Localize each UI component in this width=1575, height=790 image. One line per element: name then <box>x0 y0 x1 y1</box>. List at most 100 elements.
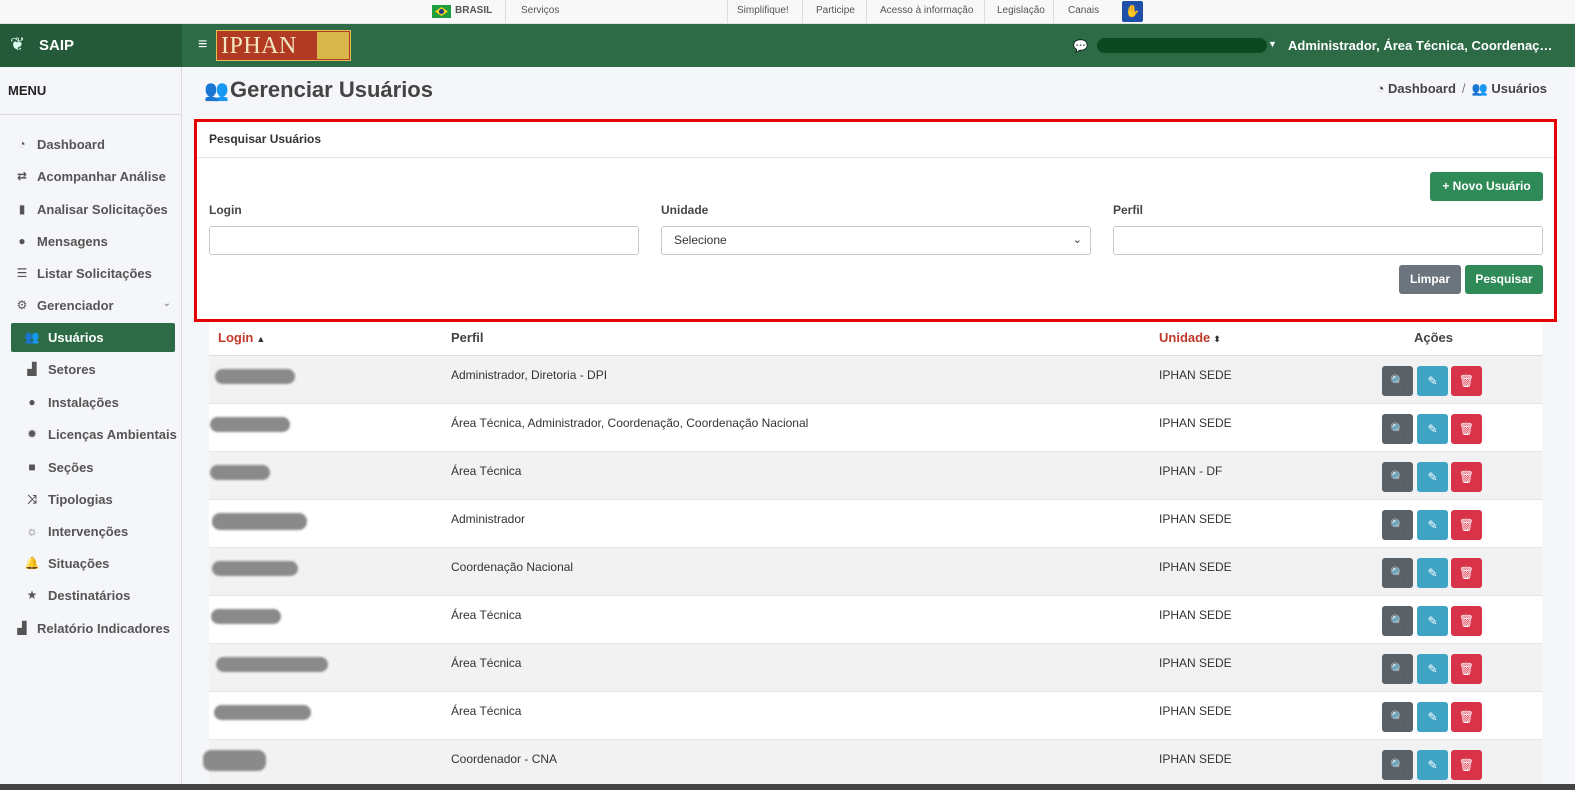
breadcrumb-usuarios: 👥 Usuários <box>1471 81 1547 96</box>
table-header: Login ▲ Perfil Unidade ⬍ Ações <box>209 322 1542 356</box>
unit-select[interactable]: Selecione ⌄ <box>661 226 1091 255</box>
certificate-icon: ✹ <box>26 427 38 441</box>
top-header: ❦ SAIP ≡ IPHAN 💬 ▼ Administrador, Área T… <box>0 24 1575 67</box>
view-button[interactable]: 🔍 <box>1382 462 1413 492</box>
breadcrumb-dashboard[interactable]: ◔ Dashboard <box>1377 81 1456 96</box>
gov-brasil-link[interactable]: BRASIL <box>455 5 492 16</box>
sidebar-item-secoes[interactable]: ■ Seções <box>11 453 175 482</box>
view-button[interactable]: 🔍 <box>1382 510 1413 540</box>
redacted-login <box>210 417 290 432</box>
cell-unidade: IPHAN SEDE <box>1159 368 1232 382</box>
cell-unidade: IPHAN SEDE <box>1159 416 1232 430</box>
sidebar-item-licencas-ambientais[interactable]: ✹ Licenças Ambientais <box>11 420 177 449</box>
cell-perfil: Área Técnica <box>451 608 522 622</box>
cell-unidade: IPHAN SEDE <box>1159 752 1232 766</box>
user-name-redacted[interactable] <box>1097 38 1267 53</box>
redacted-login <box>216 657 328 672</box>
sidebar-item-gerenciador[interactable]: ⚙ Gerenciador ⌄ <box>11 291 175 320</box>
col-login-header[interactable]: Login ▲ <box>218 330 265 345</box>
delete-button[interactable]: 🗑 <box>1451 414 1482 444</box>
brand-area[interactable]: ❦ SAIP <box>0 24 182 67</box>
star-icon: ★ <box>26 588 38 602</box>
gov-link-legislacao[interactable]: Legislação <box>997 5 1045 16</box>
sidebar-item-setores[interactable]: ▟ Setores <box>11 355 175 384</box>
sun-icon: ☼ <box>26 524 38 538</box>
messages-icon[interactable]: 💬 <box>1073 39 1088 53</box>
table-row: Área Técnica IPHAN SEDE 🔍 ✎ 🗑 <box>209 692 1542 740</box>
cell-unidade: IPHAN SEDE <box>1159 608 1232 622</box>
sidebar-item-usuarios[interactable]: 👥 Usuários <box>11 323 175 352</box>
sidebar-item-intervencoes[interactable]: ☼ Intervenções <box>11 517 175 546</box>
gov-bar: BRASIL Serviços Simplifique! Participe A… <box>0 0 1575 24</box>
edit-button[interactable]: ✎ <box>1417 654 1448 684</box>
redacted-login <box>212 513 307 530</box>
profile-input[interactable] <box>1113 226 1543 255</box>
sidebar-item-relatorio-indicadores[interactable]: ▟ Relatório Indicadores <box>11 614 175 643</box>
gov-link-acesso[interactable]: Acesso à informação <box>880 5 973 16</box>
edit-button[interactable]: ✎ <box>1417 702 1448 732</box>
sidebar-item-dashboard[interactable]: ◔ Dashboard <box>11 130 175 159</box>
table-row: Área Técnica IPHAN SEDE 🔍 ✎ 🗑 <box>209 596 1542 644</box>
delete-button[interactable]: 🗑 <box>1451 702 1482 732</box>
view-button[interactable]: 🔍 <box>1382 558 1413 588</box>
window-bottom-edge <box>0 784 1575 790</box>
redacted-login <box>210 465 270 480</box>
user-role[interactable]: Administrador, Área Técnica, Coordenação… <box>1288 38 1558 53</box>
cell-unidade: IPHAN - DF <box>1159 464 1223 478</box>
edit-button[interactable]: ✎ <box>1417 462 1448 492</box>
cell-perfil: Área Técnica <box>451 704 522 718</box>
delete-button[interactable]: 🗑 <box>1451 462 1482 492</box>
view-button[interactable]: 🔍 <box>1382 750 1413 780</box>
clear-button[interactable]: Limpar <box>1399 265 1461 294</box>
delete-button[interactable]: 🗑 <box>1451 606 1482 636</box>
edit-button[interactable]: ✎ <box>1417 558 1448 588</box>
view-button[interactable]: 🔍 <box>1382 702 1413 732</box>
iphan-logo: IPHAN <box>216 30 351 61</box>
vlibras-accessibility-icon[interactable]: ✋ <box>1122 1 1143 22</box>
sidebar-item-situacoes[interactable]: 🔔 Situações <box>11 549 175 578</box>
view-button[interactable]: 🔍 <box>1382 366 1413 396</box>
delete-button[interactable]: 🗑 <box>1451 654 1482 684</box>
table-row: Coordenação Nacional IPHAN SEDE 🔍 ✎ 🗑 <box>209 548 1542 596</box>
table-row: Administrador IPHAN SEDE 🔍 ✎ 🗑 <box>209 500 1542 548</box>
view-button[interactable]: 🔍 <box>1382 606 1413 636</box>
edit-button[interactable]: ✎ <box>1417 750 1448 780</box>
redacted-login <box>212 561 298 576</box>
delete-button[interactable]: 🗑 <box>1451 510 1482 540</box>
sidebar-item-analisar-solicitacoes[interactable]: ▮ Analisar Solicitações <box>11 195 175 224</box>
gov-link-canais[interactable]: Canais <box>1068 5 1099 16</box>
view-button[interactable]: 🔍 <box>1382 414 1413 444</box>
login-input[interactable] <box>209 226 639 255</box>
gov-link-simplifique[interactable]: Simplifique! <box>737 5 789 16</box>
user-dropdown-caret-icon[interactable]: ▼ <box>1268 39 1277 49</box>
sidebar-item-acompanhar-analise[interactable]: ⇄ Acompanhar Análise <box>11 162 175 191</box>
gov-link-participe[interactable]: Participe <box>816 5 855 16</box>
area-chart-icon: ▟ <box>27 362 37 376</box>
edit-button[interactable]: ✎ <box>1417 366 1448 396</box>
edit-button[interactable]: ✎ <box>1417 510 1448 540</box>
view-button[interactable]: 🔍 <box>1382 654 1413 684</box>
delete-button[interactable]: 🗑 <box>1451 750 1482 780</box>
col-unidade-header[interactable]: Unidade ⬍ <box>1159 330 1221 345</box>
delete-button[interactable]: 🗑 <box>1451 366 1482 396</box>
login-label: Login <box>209 203 242 217</box>
cell-unidade: IPHAN SEDE <box>1159 512 1232 526</box>
search-button[interactable]: Pesquisar <box>1465 265 1543 294</box>
sidebar-item-mensagens[interactable]: ● Mensagens <box>11 227 175 256</box>
sidebar-item-instalacoes[interactable]: ● Instalações <box>11 388 175 417</box>
delete-button[interactable]: 🗑 <box>1451 558 1482 588</box>
sidebar-item-destinatarios[interactable]: ★ Destinatários <box>11 581 175 610</box>
sidebar-item-tipologias[interactable]: ⤨ Tipologias <box>11 485 175 514</box>
redacted-login <box>203 750 266 771</box>
edit-button[interactable]: ✎ <box>1417 606 1448 636</box>
table-row: Administrador, Diretoria - DPI IPHAN SED… <box>209 356 1542 404</box>
breadcrumb: ◔ Dashboard / 👥 Usuários <box>1376 81 1547 96</box>
table-row: Área Técnica IPHAN SEDE 🔍 ✎ 🗑 <box>209 644 1542 692</box>
redacted-login <box>215 369 295 384</box>
new-user-button[interactable]: + Novo Usuário <box>1430 172 1543 201</box>
cell-unidade: IPHAN SEDE <box>1159 656 1232 670</box>
edit-button[interactable]: ✎ <box>1417 414 1448 444</box>
sidebar-item-listar-solicitacoes[interactable]: ☰ Listar Solicitações <box>11 259 175 288</box>
gov-servicos-link[interactable]: Serviços <box>521 5 559 16</box>
hamburger-menu-icon[interactable]: ≡ <box>198 36 207 54</box>
